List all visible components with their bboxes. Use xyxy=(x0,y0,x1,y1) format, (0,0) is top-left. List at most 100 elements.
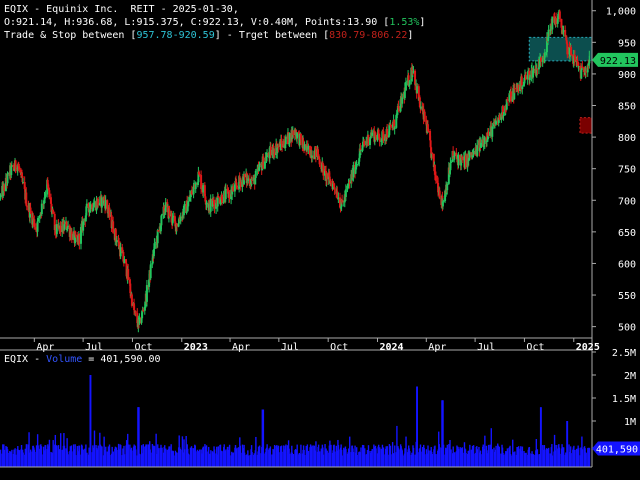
volume-bar xyxy=(300,444,302,467)
volume-bar xyxy=(544,449,546,467)
candle-body xyxy=(431,152,434,154)
volume-bar xyxy=(26,444,28,467)
volume-tick-label: 2M xyxy=(624,371,636,382)
price-tick-label: 600 xyxy=(618,259,636,270)
candle-body xyxy=(356,164,359,166)
candle-body xyxy=(397,106,400,109)
candle-body xyxy=(393,127,396,130)
volume-bar xyxy=(90,375,92,467)
volume-bar xyxy=(352,451,355,467)
candle-body xyxy=(404,82,407,91)
volume-bar xyxy=(131,450,133,467)
volume-bar xyxy=(570,453,572,467)
candle-body xyxy=(543,52,546,58)
volume-bar xyxy=(547,447,550,467)
volume-bar xyxy=(101,446,103,467)
volume-bar xyxy=(273,444,276,467)
volume-bar xyxy=(277,445,280,467)
candle-body xyxy=(371,132,374,136)
price-tick-label: 650 xyxy=(618,228,636,239)
volume-bar xyxy=(495,445,497,467)
volume-bar xyxy=(187,453,190,467)
candle-body xyxy=(92,207,95,211)
candle-body xyxy=(491,126,494,137)
volume-bar xyxy=(59,433,62,467)
volume-bar xyxy=(210,450,212,467)
volume-bar xyxy=(390,454,392,467)
candle-body xyxy=(0,194,2,198)
candle-body xyxy=(480,142,482,148)
volume-bar xyxy=(532,454,535,467)
volume-bar xyxy=(243,452,246,467)
volume-bar xyxy=(588,448,591,467)
candle-body xyxy=(401,97,404,104)
candle-body xyxy=(528,77,531,81)
volume-bar xyxy=(521,446,524,467)
volume-bar xyxy=(33,449,36,467)
volume-bar xyxy=(97,445,99,467)
candle-body xyxy=(198,174,201,176)
volume-bar xyxy=(172,451,175,467)
volume-bar xyxy=(450,449,452,467)
volume-bar xyxy=(555,444,557,467)
volume-bar xyxy=(71,451,73,467)
candle-body xyxy=(438,190,441,198)
volume-bar xyxy=(431,454,434,467)
volume-bar xyxy=(255,436,257,467)
volume-bar xyxy=(465,453,467,467)
candle-body xyxy=(33,219,36,228)
candle-body xyxy=(127,269,130,280)
volume-bar xyxy=(7,452,9,467)
volume-bar xyxy=(480,454,482,467)
volume-bar xyxy=(63,445,66,467)
volume-bar xyxy=(311,445,313,467)
candle-body xyxy=(329,180,332,183)
candle-body xyxy=(18,166,21,170)
volume-bar xyxy=(506,448,509,467)
candle-body xyxy=(442,201,445,203)
stock-chart[interactable]: 1,000 950 900 850 800 750 700 650 600 550 500 Apr J… xyxy=(0,0,640,480)
candle-body xyxy=(6,173,9,184)
volume-bar xyxy=(11,449,13,467)
candle-body xyxy=(112,221,115,233)
volume-bar xyxy=(491,449,494,467)
date-tick-label: Jul xyxy=(85,342,103,353)
volume-bar xyxy=(217,446,220,467)
volume-bar xyxy=(375,448,377,467)
volume-bar xyxy=(427,450,430,467)
price-tick-label: 800 xyxy=(618,133,636,144)
volume-bar xyxy=(446,444,449,467)
price-tick-label: 500 xyxy=(618,323,636,334)
volume-bar xyxy=(341,455,343,467)
candle-body xyxy=(29,207,32,213)
date-tick-label: Jul xyxy=(281,342,299,353)
candle-body xyxy=(145,285,148,302)
candle-body xyxy=(156,230,159,244)
volume-bar xyxy=(371,448,373,467)
volume-bar xyxy=(14,454,17,467)
volume-bar xyxy=(135,449,137,467)
volume-bar xyxy=(247,455,250,467)
volume-bar xyxy=(123,454,126,467)
volume-bar xyxy=(281,451,283,467)
candle-body xyxy=(82,221,85,231)
candle-body xyxy=(52,210,55,214)
volume-bar xyxy=(183,449,186,467)
candle-body xyxy=(63,224,66,230)
volume-bar xyxy=(577,447,580,467)
volume-bar xyxy=(198,449,201,467)
volume-bar xyxy=(562,447,565,467)
volume-tick-label: 1M xyxy=(624,417,636,428)
volume-bar xyxy=(202,446,205,467)
volume-bar xyxy=(394,445,396,467)
volume-bar xyxy=(382,447,385,467)
candle-body xyxy=(581,66,584,69)
candle-body xyxy=(224,188,227,200)
volume-bar xyxy=(127,444,129,467)
volume-bar xyxy=(270,454,272,467)
volume-bar xyxy=(116,449,118,467)
volume-bar xyxy=(540,407,542,467)
last-price-tag-label: 922.13 xyxy=(600,56,636,67)
volume-bar xyxy=(386,446,388,467)
volume-bar xyxy=(409,450,411,467)
